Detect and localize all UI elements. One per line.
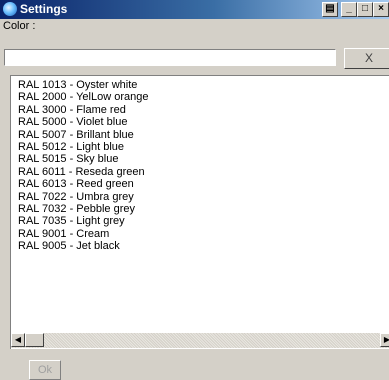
color-list: RAL 1013 - Oyster white RAL 2000 - YelLow… [18, 79, 148, 253]
window-title: Settings [20, 2, 68, 16]
list-item[interactable]: RAL 6011 - Reseda green [18, 166, 148, 178]
title-bar[interactable]: Settings ▤ _ □ × [0, 0, 389, 19]
list-item[interactable]: RAL 7032 - Pebble grey [18, 203, 148, 215]
minimize-button[interactable]: _ [341, 2, 357, 17]
print-icon[interactable]: ▤ [322, 2, 338, 17]
color-label: Color : [3, 20, 36, 32]
horizontal-scrollbar[interactable]: ◀ ▶ [11, 333, 389, 348]
ok-button[interactable]: Ok [29, 360, 61, 380]
scroll-right-button[interactable]: ▶ [380, 333, 389, 347]
list-item[interactable]: RAL 5015 - Sky blue [18, 153, 148, 165]
list-item[interactable]: RAL 5000 - Violet blue [18, 116, 148, 128]
list-item[interactable]: RAL 2000 - YelLow orange [18, 91, 148, 103]
list-item[interactable]: RAL 5007 - Brillant blue [18, 129, 148, 141]
list-item[interactable]: RAL 6013 - Reed green [18, 178, 148, 190]
list-item[interactable]: RAL 9005 - Jet black [18, 240, 148, 252]
list-item[interactable]: RAL 7022 - Umbra grey [18, 191, 148, 203]
list-item[interactable]: RAL 7035 - Light grey [18, 215, 148, 227]
clear-button[interactable]: X [344, 48, 389, 69]
maximize-button[interactable]: □ [357, 2, 373, 17]
list-item[interactable]: RAL 1013 - Oyster white [18, 79, 148, 91]
scroll-left-button[interactable]: ◀ [11, 333, 25, 347]
list-item[interactable]: RAL 5012 - Light blue [18, 141, 148, 153]
color-listbox[interactable]: RAL 1013 - Oyster white RAL 2000 - YelLow… [10, 75, 389, 349]
list-item[interactable]: RAL 9001 - Cream [18, 228, 148, 240]
list-item[interactable]: RAL 3000 - Flame red [18, 104, 148, 116]
app-icon [3, 2, 17, 16]
scroll-thumb[interactable] [25, 333, 44, 347]
close-button[interactable]: × [373, 2, 389, 17]
color-input[interactable] [4, 49, 336, 66]
